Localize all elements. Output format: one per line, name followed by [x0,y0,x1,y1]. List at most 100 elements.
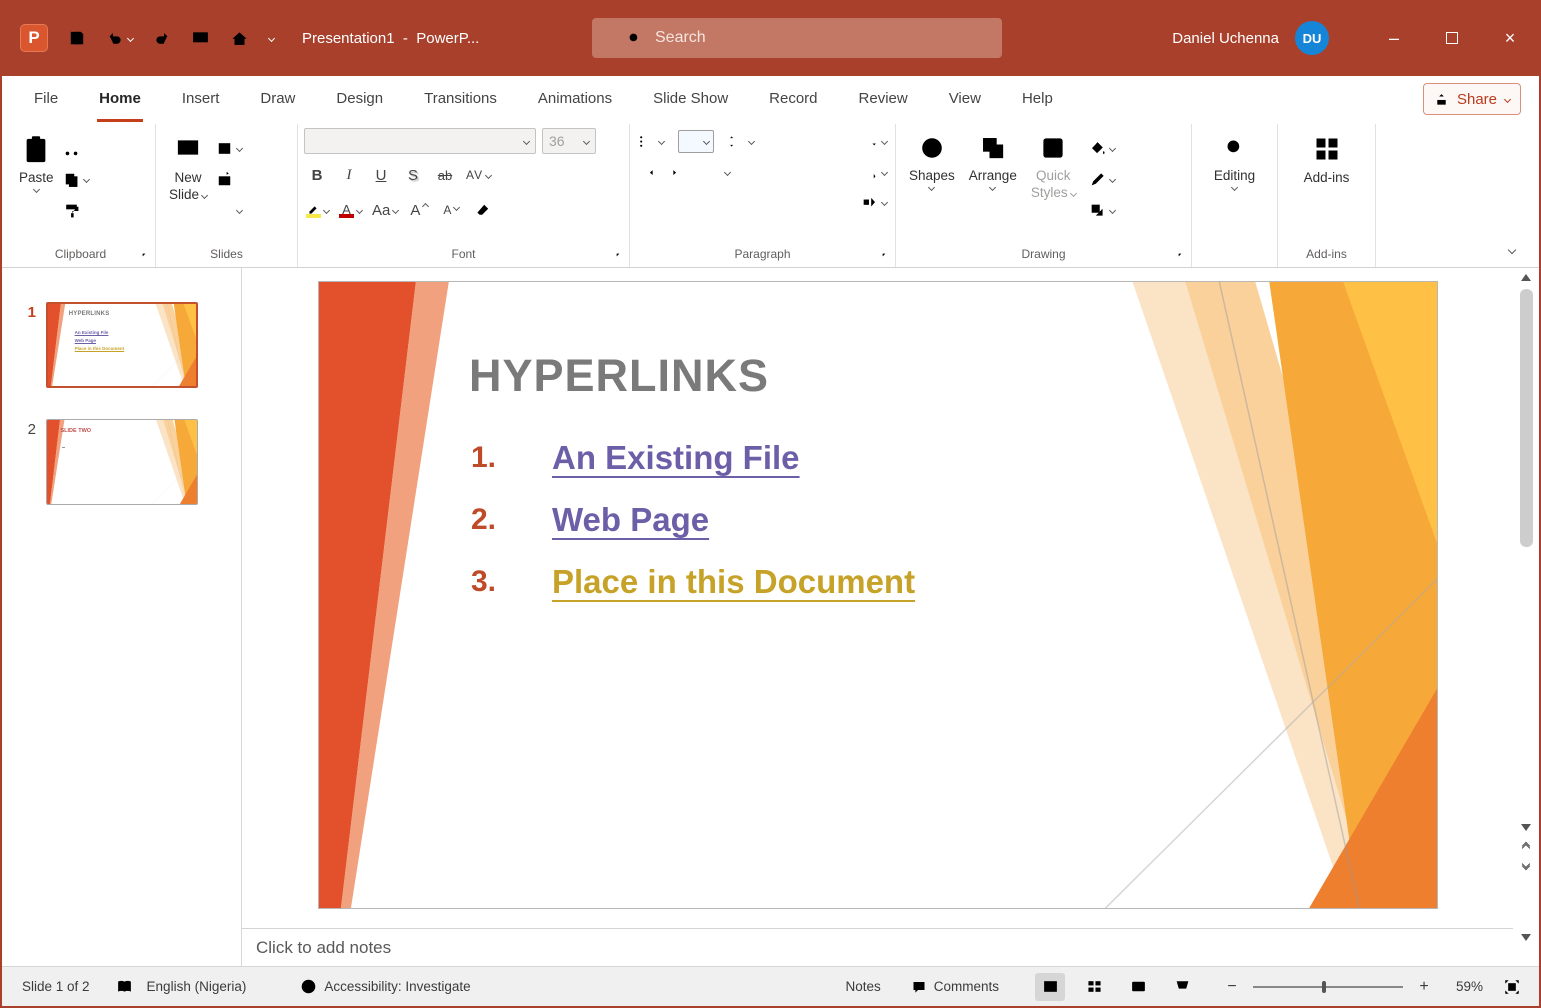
comments-button[interactable]: Comments [911,979,999,995]
align-right-button[interactable] [698,191,719,213]
slide-sorter-view-button[interactable] [1079,973,1109,1001]
undo-button[interactable] [106,29,135,47]
collapse-ribbon-button[interactable] [1507,245,1517,255]
font-size-combobox[interactable]: 36 [542,128,596,154]
tab-view[interactable]: View [947,76,983,122]
notes-toggle-button[interactable]: Notes [822,979,881,995]
save-button[interactable] [68,29,86,47]
shapes-button[interactable]: Shapes [902,128,962,245]
new-slide-button[interactable]: New Slide [162,128,214,245]
tab-help[interactable]: Help [1020,76,1055,122]
tab-review[interactable]: Review [857,76,910,122]
slide-title[interactable]: HYPERLINKS [469,350,769,402]
maximize-button[interactable] [1423,0,1481,76]
zoom-in-button[interactable]: + [1417,978,1431,996]
tab-draw[interactable]: Draw [258,76,297,122]
font-color-button[interactable]: A [337,196,364,224]
format-painter-button[interactable] [61,199,91,221]
zoom-slider[interactable] [1253,980,1403,993]
notes-pane[interactable]: Click to add notes [242,928,1513,966]
slide-2-thumbnail[interactable]: SLIDE TWO [46,419,198,505]
change-case-button[interactable]: Aa [370,196,400,224]
scroll-down-button[interactable] [1521,824,1531,831]
user-name[interactable]: Daniel Uchenna [1172,30,1279,47]
shape-fill-button[interactable] [1087,137,1117,159]
next-slide-button[interactable] [1521,859,1531,871]
italic-button[interactable]: I [336,161,362,189]
line-spacing-button[interactable] [726,131,756,153]
tab-slide-show[interactable]: Slide Show [651,76,730,122]
hyperlink-web-page[interactable]: Web Page [552,501,709,539]
clear-formatting-button[interactable] [470,196,496,224]
user-avatar[interactable]: DU [1295,21,1329,55]
slide-indicator[interactable]: Slide 1 of 2 [22,979,90,994]
shape-outline-button[interactable] [1087,168,1117,190]
strikethrough-button[interactable]: ab [432,161,458,189]
sort-button[interactable] [859,131,889,153]
font-dialog-launcher[interactable] [615,252,626,263]
spell-check-button[interactable] [116,978,133,995]
notes-scroll-down-button[interactable] [1521,934,1531,941]
bold-button[interactable]: B [304,161,330,189]
section-button[interactable] [214,199,244,221]
underline-button[interactable]: U [368,161,394,189]
minimize-button[interactable]: – [1365,0,1423,76]
increase-font-size-button[interactable]: A [406,196,432,224]
drawing-dialog-launcher[interactable] [1177,252,1188,263]
tab-animations[interactable]: Animations [536,76,614,122]
zoom-level[interactable]: 59% [1445,979,1483,994]
current-slide[interactable]: HYPERLINKS 1. An Existing File 2. Web Pa… [318,281,1438,909]
slide-show-button[interactable] [1167,973,1197,1001]
copy-button[interactable] [61,168,91,190]
arrange-button[interactable]: Arrange [962,128,1024,245]
scrollbar-thumb[interactable] [1519,289,1533,547]
start-from-beginning-button[interactable] [191,29,210,48]
columns-button[interactable] [702,161,732,183]
tab-transitions[interactable]: Transitions [422,76,499,122]
reading-view-button[interactable] [1123,973,1153,1001]
paragraph-dialog-launcher[interactable] [881,252,892,263]
search-box[interactable]: Search [592,18,1002,58]
home-button[interactable] [230,29,249,48]
shape-effects-button[interactable] [1087,199,1117,221]
slide-1-thumbnail[interactable]: HYPERLINKS An Existing File Web Page Pla… [46,302,198,388]
hyperlink-place-in-document[interactable]: Place in this Document [552,563,915,601]
language-status[interactable]: English (Nigeria) [147,979,247,994]
zoom-out-button[interactable]: − [1225,978,1239,996]
tab-insert[interactable]: Insert [180,76,222,122]
close-button[interactable]: × [1481,0,1539,76]
decrease-indent-button[interactable] [636,161,657,183]
redo-button[interactable] [153,29,171,47]
tab-file[interactable]: File [32,76,60,122]
scroll-up-button[interactable] [1521,274,1531,281]
align-left-button[interactable] [636,191,657,213]
paste-button[interactable]: Paste [12,128,61,245]
character-spacing-button[interactable]: AV [464,161,493,189]
increase-indent-button[interactable] [669,161,690,183]
slide-canvas[interactable]: HYPERLINKS 1. An Existing File 2. Web Pa… [242,268,1513,928]
quick-styles-button[interactable]: Quick Styles [1024,128,1083,245]
zoom-slider-thumb[interactable] [1322,980,1326,993]
undo-dropdown-icon[interactable] [126,34,135,42]
clipboard-dialog-launcher[interactable] [141,252,152,263]
bullets-button[interactable] [636,131,666,153]
text-highlight-color-button[interactable] [304,196,331,224]
cut-button[interactable] [61,137,91,159]
tab-home[interactable]: Home [97,76,143,122]
accessibility-status[interactable]: Accessibility: Investigate [300,978,471,995]
numbering-button[interactable] [678,130,714,153]
share-button[interactable]: Share [1422,83,1521,115]
font-name-combobox[interactable] [304,128,536,154]
fit-slide-to-window-button[interactable] [1497,973,1527,1001]
text-shadow-button[interactable]: S [400,161,426,189]
decrease-font-size-button[interactable]: A [438,196,464,224]
previous-slide-button[interactable] [1521,841,1531,853]
editing-button[interactable]: Editing [1207,128,1262,245]
powerpoint-logo[interactable]: P [20,24,48,52]
normal-view-button[interactable] [1035,972,1065,1001]
text-direction-button[interactable] [859,161,889,183]
addins-button[interactable]: Add-ins [1297,128,1357,245]
hyperlink-existing-file[interactable]: An Existing File [552,439,800,477]
align-center-button[interactable] [667,191,688,213]
convert-to-smartart-button[interactable] [859,191,889,213]
